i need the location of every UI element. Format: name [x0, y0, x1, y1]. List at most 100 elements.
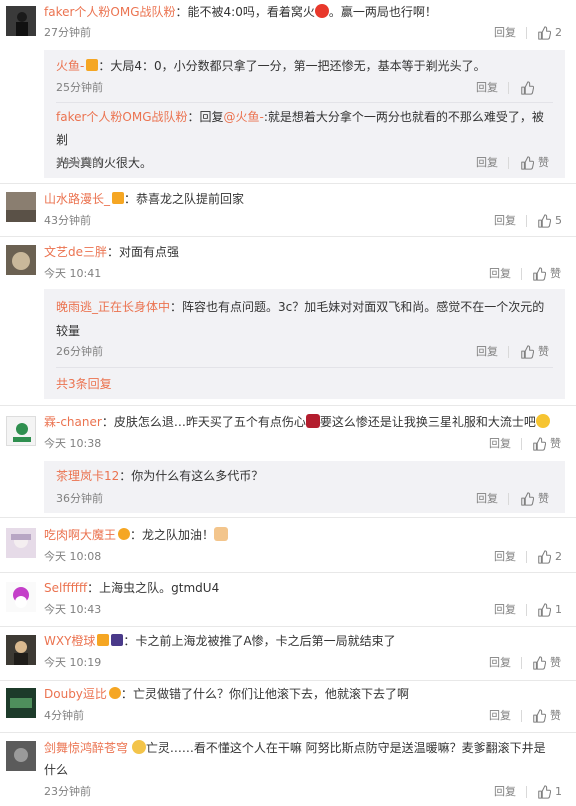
- avatar[interactable]: [6, 582, 36, 612]
- comment-time: 43分钟前: [44, 214, 91, 227]
- comment-user[interactable]: WXY橙球: [44, 634, 95, 648]
- comment-4: 霖-chaner：皮肤怎么退…昨天买了五个有点伤心 要这么惨还是让我换三星礼服和大…: [0, 406, 576, 516]
- reply-button[interactable]: 回复: [494, 550, 516, 564]
- like-button[interactable]: 赞: [532, 437, 561, 451]
- like-button[interactable]: 赞: [520, 345, 549, 359]
- like-button[interactable]: 赞: [532, 267, 561, 281]
- thumb-up-icon: [537, 214, 551, 228]
- comment-6: Selffffff：上海虫之队。gtmdU4 今天 10:43 回复 1: [0, 573, 576, 627]
- like-button[interactable]: 赞: [520, 156, 549, 170]
- broken-heart-icon: [305, 414, 320, 428]
- muscle-emoji-icon: [214, 527, 229, 541]
- comment-time: 今天 10:41: [44, 267, 102, 280]
- verified-v-badge-icon: [118, 528, 131, 540]
- thumb-up-icon: [537, 603, 551, 617]
- comment-8: Douby逗比 ：亡灵做错了什么？你们让他滚下去，他就滚下去了啊 4分钟前 回复 …: [0, 681, 576, 733]
- reply-button[interactable]: 回复: [494, 214, 516, 228]
- cat-emoji-icon: [131, 740, 146, 754]
- thumb-up-icon: [520, 81, 534, 95]
- comment-time: 今天 10:43: [44, 603, 102, 616]
- comment-user[interactable]: Selffffff: [44, 581, 87, 595]
- comment-5: 吃肉啊大魔王 ：龙之队加油！ 今天 10:08 回复 2: [0, 518, 576, 573]
- comment-text: 亡灵做错了什么？你们让他滚下去，他就滚下去了啊: [132, 687, 409, 701]
- thumb-up-icon: [520, 345, 534, 359]
- reply-box: 火鱼- ：大局4：0，小分数都只拿了一分，第一把还惨无，基本等于剃光头了。 25分…: [44, 50, 565, 178]
- comment-text: 能不被4:0吗，看着窝火: [187, 5, 315, 19]
- avatar[interactable]: [6, 192, 36, 222]
- like-button[interactable]: 1: [537, 785, 562, 799]
- like-button[interactable]: 5: [537, 214, 562, 228]
- comment-user[interactable]: 霖-chaner: [44, 415, 102, 429]
- thumb-up-icon: [532, 437, 546, 451]
- comment-text: 对面有点强: [119, 245, 180, 259]
- like-button[interactable]: 1: [537, 603, 562, 617]
- reply-button[interactable]: 回复: [489, 437, 511, 451]
- comment-9: 剑舞惊鸿醉苍穹 亡灵……看不懂这个人在干嘛 阿努比斯点防守是送温暖嘛？麦爹翻滚下…: [0, 733, 576, 806]
- thumb-up-icon: [532, 656, 546, 670]
- vip-crown-badge-icon: [112, 192, 125, 204]
- comment-3: 文艺de三胖：对面有点强 今天 10:41 回复 赞 晚雨逃_正在长身体中：阵容…: [0, 237, 576, 407]
- comment-user[interactable]: faker个人粉OMG战队粉: [44, 5, 176, 19]
- angry-emoji-icon: [314, 4, 329, 18]
- avatar[interactable]: [6, 688, 36, 718]
- thumb-up-icon: [537, 785, 551, 799]
- comment-text: 龙之队加油！: [142, 528, 215, 542]
- avatar[interactable]: [6, 416, 36, 446]
- like-button[interactable]: 2: [537, 550, 562, 564]
- thumb-up-icon: [537, 550, 551, 564]
- comment-text: 皮肤怎么退…昨天买了五个有点伤心: [113, 415, 306, 429]
- comment-text: 卡之前上海龙被推了A惨，卡之后第一局就结束了: [135, 634, 396, 648]
- reply-button[interactable]: 回复: [494, 603, 516, 617]
- reply-button[interactable]: 回复: [476, 156, 498, 170]
- like-button[interactable]: 赞: [520, 492, 549, 506]
- laugh-cry-emoji-icon: [535, 414, 550, 428]
- reply-button[interactable]: 回复: [494, 785, 516, 799]
- like-button[interactable]: 赞: [532, 656, 561, 670]
- thumb-up-icon: [537, 26, 551, 40]
- reply-button[interactable]: 回复: [476, 81, 498, 95]
- reply-button[interactable]: 回复: [476, 345, 498, 359]
- comment-time: 23分钟前: [44, 785, 91, 798]
- thumb-up-icon: [532, 709, 546, 723]
- comment-text: 恭喜龙之队提前回家: [136, 192, 245, 206]
- thumb-up-icon: [520, 492, 534, 506]
- comment-2: 山水路漫长_ ：恭喜龙之队提前回家 43分钟前 回复 5: [0, 184, 576, 238]
- comment-time: 27分钟前: [44, 26, 91, 39]
- thumb-up-icon: [520, 156, 534, 170]
- vip-crown-badge-icon: [97, 634, 110, 646]
- reply-button[interactable]: 回复: [494, 26, 516, 40]
- avatar[interactable]: [6, 245, 36, 275]
- avatar[interactable]: [6, 741, 36, 771]
- avatar[interactable]: [6, 6, 36, 36]
- comment-time: 今天 10:19: [44, 656, 102, 669]
- reply-button[interactable]: 回复: [489, 267, 511, 281]
- comment-text: 亡灵……看不懂这个人在干嘛 阿努比斯点防守是送温暖嘛？麦爹翻滚下井是: [145, 741, 546, 755]
- comment-user[interactable]: 文艺de三胖: [44, 245, 107, 259]
- comment-user[interactable]: 吃肉啊大魔王: [44, 528, 116, 542]
- like-button[interactable]: 赞: [532, 709, 561, 723]
- vip-crown-badge-icon: [86, 59, 99, 71]
- reply-item: 火鱼- ：大局4：0，小分数都只拿了一分，第一把还惨无，基本等于剃光头了。: [56, 59, 486, 73]
- reply-box: 晚雨逃_正在长身体中：阵容也有点问题。3c？加毛妹对对面双飞和尚。感觉不在一个次…: [44, 289, 565, 399]
- comment-time: 今天 10:38: [44, 437, 102, 450]
- fan-badge-icon: [111, 634, 124, 646]
- like-button[interactable]: 2: [537, 26, 562, 40]
- reply-item: 晚雨逃_正在长身体中：阵容也有点问题。3c？加毛妹对对面双飞和尚。感觉不在一个次…: [56, 300, 545, 338]
- view-more-replies-link[interactable]: 共3条回复: [56, 377, 112, 391]
- mention-link[interactable]: @火鱼-: [224, 110, 264, 124]
- reply-button[interactable]: 回复: [489, 656, 511, 670]
- comment-user[interactable]: 剑舞惊鸿醉苍穹: [44, 741, 128, 755]
- reply-box: 茶理岚卡12：你为什么有这么多代币？ 36分钟前 回复 赞: [44, 461, 565, 513]
- reply-button[interactable]: 回复: [489, 709, 511, 723]
- verified-v-badge-icon: [108, 687, 121, 699]
- reply-item: 茶理岚卡12：你为什么有这么多代币？: [56, 469, 264, 483]
- comment-7: WXY橙球 ：卡之前上海龙被推了A惨，卡之后第一局就结束了 今天 10:19 回复…: [0, 627, 576, 681]
- comment-time: 今天 10:08: [44, 550, 102, 563]
- avatar[interactable]: [6, 528, 36, 558]
- reply-button[interactable]: 回复: [476, 492, 498, 506]
- comment-1: faker个人粉OMG战队粉：能不被4:0吗，看着窝火 。赢一两局也行啊！ 27分…: [0, 0, 576, 185]
- avatar[interactable]: [6, 635, 36, 665]
- like-button[interactable]: 25分钟前: [520, 81, 538, 95]
- comment-user[interactable]: 山水路漫长_: [44, 192, 110, 206]
- comment-user[interactable]: Douby逗比: [44, 687, 107, 701]
